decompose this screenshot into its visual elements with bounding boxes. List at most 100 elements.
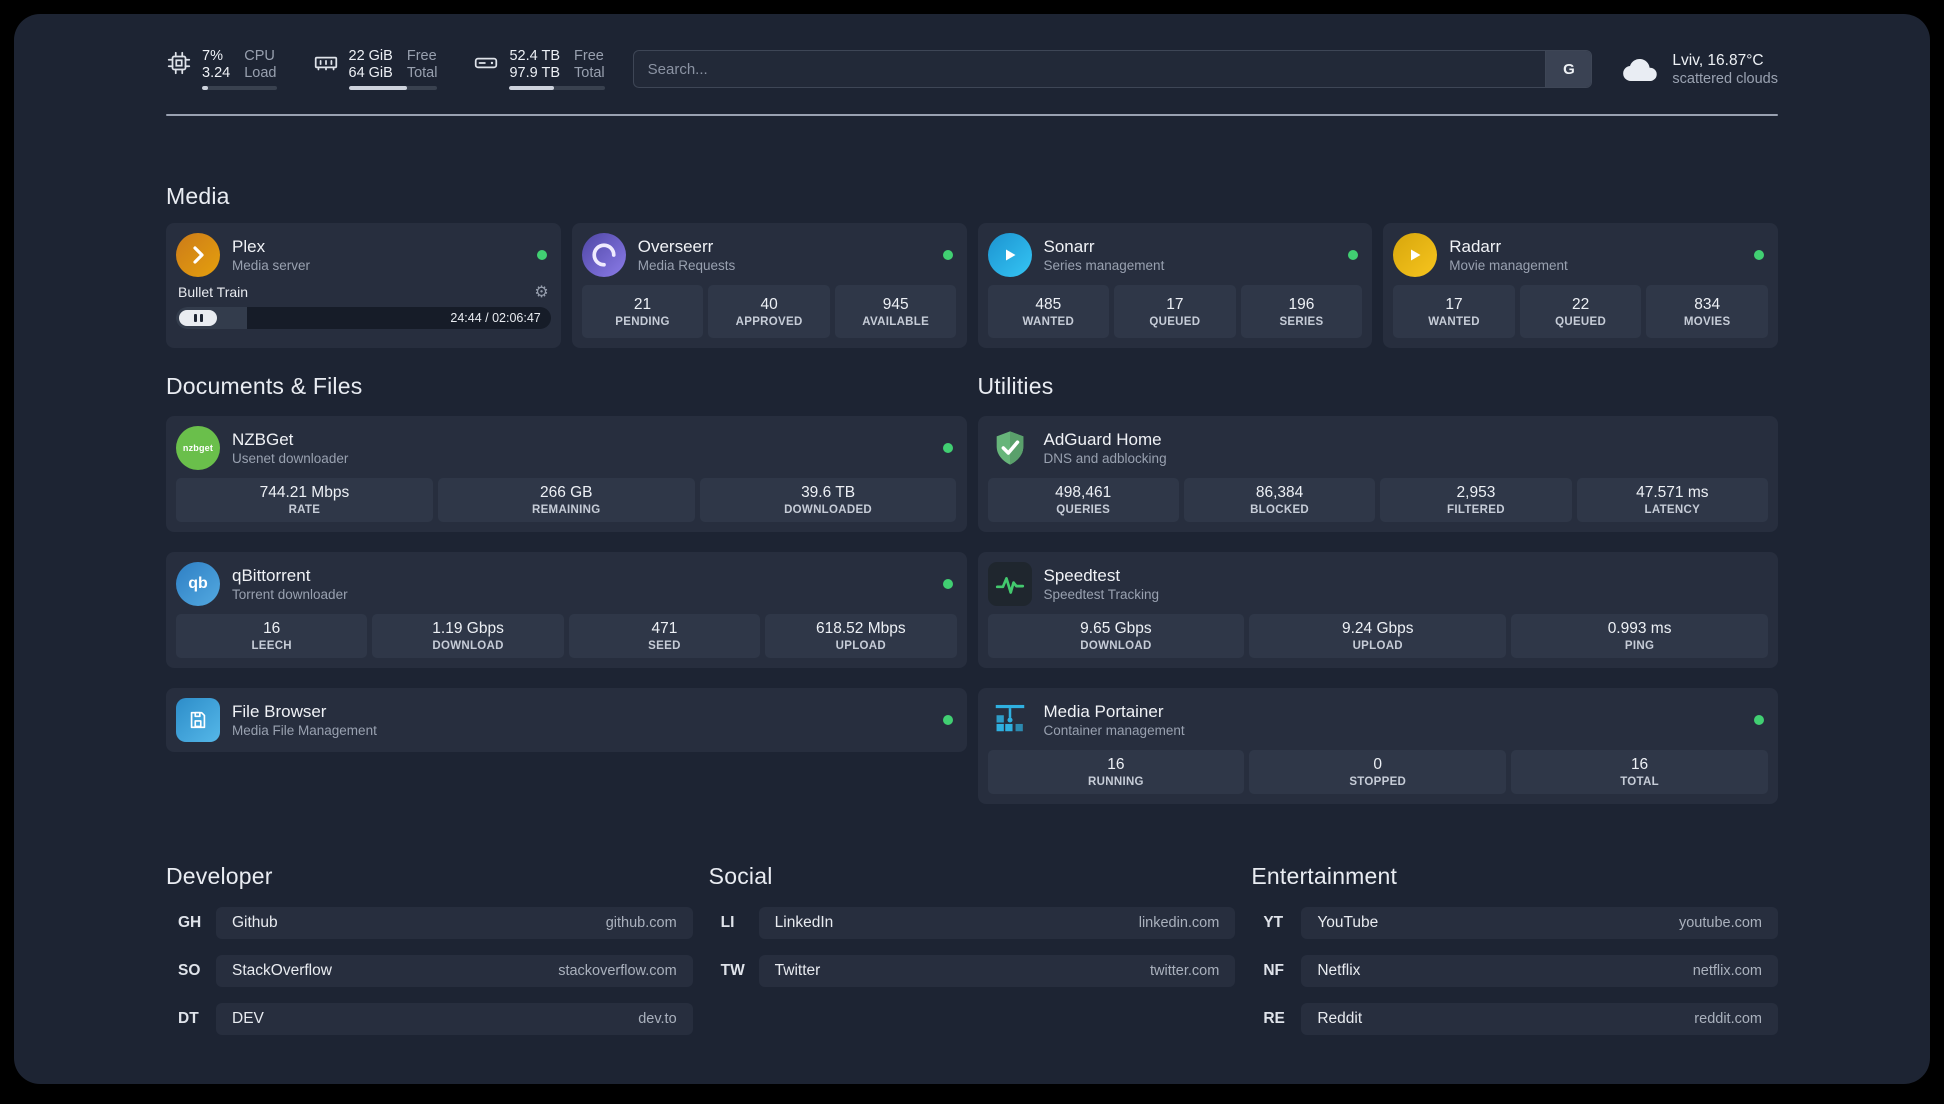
stat-total: 16 TOTAL [1511, 750, 1768, 794]
status-dot [942, 579, 953, 589]
service-description: Media server [232, 258, 311, 273]
status-dot [942, 250, 953, 260]
cpu-widget: 7% 3.24 CPU Load [166, 48, 277, 90]
section-title-developer: Developer [166, 863, 273, 889]
pause-icon [193, 314, 197, 322]
search-provider-button[interactable]: G [1545, 51, 1592, 87]
bookmark-name: Twitter [774, 962, 821, 979]
bookmark-name: Github [232, 914, 278, 931]
bookmark-domain: github.com [605, 915, 677, 931]
bookmark-domain: stackoverflow.com [558, 963, 677, 979]
stat-queries: 498,461 QUERIES [987, 478, 1179, 522]
service-name: NZBGet [232, 430, 294, 449]
service-card-nzbget[interactable]: nzbget NZBGet Usenet downloader 744.21 M… [166, 416, 967, 532]
pause-icon [199, 314, 203, 322]
disk-free-value: 52.4 TB [509, 48, 561, 64]
cloud-icon [1623, 58, 1658, 82]
status-dot [1348, 250, 1359, 260]
now-playing-title: Bullet Train [178, 284, 249, 300]
service-card-plex[interactable]: Plex Media server Bullet Train ⚙ 24:44 /… [166, 223, 561, 348]
bookmark-github[interactable]: GH Github github.com [166, 907, 693, 939]
topbar-divider [166, 114, 1778, 116]
service-card-qbittorrent[interactable]: qb qBittorrent Torrent downloader 16 LEEC… [166, 552, 967, 668]
status-dot [536, 250, 547, 260]
bookmark-twitter[interactable]: TW Twitter twitter.com [709, 955, 1236, 987]
stat-blocked: 86,384 BLOCKED [1183, 478, 1376, 522]
bookmark-youtube[interactable]: YT YouTube youtube.com [1251, 907, 1778, 939]
service-card-adguard[interactable]: AdGuard Home DNS and adblocking 498,461 Q… [977, 416, 1778, 532]
bookmark-stackoverflow[interactable]: SO StackOverflow stackoverflow.com [166, 955, 693, 987]
bookmark-reddit[interactable]: RE Reddit reddit.com [1251, 1003, 1778, 1035]
media-cards: Plex Media server Bullet Train ⚙ 24:44 /… [166, 223, 1778, 348]
service-card-speedtest[interactable]: Speedtest Speedtest Tracking 9.65 Gbps DO… [977, 552, 1778, 668]
search-bar: G [632, 50, 1593, 88]
gear-icon[interactable]: ⚙ [534, 284, 548, 300]
service-card-sonarr[interactable]: Sonarr Series management 485 WANTED 17 QUE… [977, 223, 1373, 348]
status-dot [942, 443, 953, 453]
search-input[interactable] [633, 51, 1546, 87]
dashboard: 7% 3.24 CPU Load 22 GiB 64 GiB Free Tota… [14, 14, 1930, 1084]
bookmark-abbr: LI [720, 914, 735, 931]
stat-wanted: 485 WANTED [987, 285, 1110, 338]
service-name: File Browser [232, 702, 327, 721]
weather-condition: scattered clouds [1672, 70, 1778, 87]
service-name: Overseerr [637, 237, 714, 256]
weather-widget: Lviv, 16.87°C scattered clouds [1620, 51, 1778, 88]
stat-available: 945 AVAILABLE [834, 285, 957, 338]
section-title-social: Social [708, 863, 773, 889]
bookmark-linkedin[interactable]: LI LinkedIn linkedin.com [709, 907, 1236, 939]
bookmark-group-social: Social LI LinkedIn linkedin.com TW Twitt… [709, 862, 1236, 1035]
stat-filtered: 2,953 FILTERED [1380, 478, 1572, 522]
stat-download: 9.65 Gbps DOWNLOAD [987, 614, 1245, 658]
plex-player-bar[interactable]: 24:44 / 02:06:47 [176, 307, 551, 329]
bookmark-name: Netflix [1317, 962, 1361, 979]
service-description: Series management [1043, 258, 1165, 273]
stat-approved: 40 APPROVED [708, 285, 830, 338]
bookmark-domain: netflix.com [1692, 963, 1762, 979]
stat-queued: 17 QUEUED [1114, 285, 1236, 338]
service-card-overseerr[interactable]: Overseerr Media Requests 21 PENDING 40 APP… [571, 223, 967, 348]
memory-progress-bar [348, 86, 438, 90]
service-description: Usenet downloader [232, 451, 349, 466]
stat-latency: 47.571 ms LATENCY [1576, 478, 1768, 522]
plex-icon [176, 233, 220, 277]
bookmark-name: LinkedIn [774, 914, 834, 931]
bookmark-abbr: SO [178, 962, 201, 979]
resource-widgets: 7% 3.24 CPU Load 22 GiB 64 GiB Free Tota… [166, 48, 605, 90]
documents-column: Documents & Files nzbget NZBGet Usenet d… [166, 372, 967, 752]
cpu-progress-bar [202, 86, 277, 90]
portainer-icon [988, 698, 1032, 742]
bookmark-netflix[interactable]: NF Netflix netflix.com [1251, 955, 1778, 987]
pause-button[interactable] [179, 310, 217, 326]
stat-series: 196 SERIES [1240, 285, 1363, 338]
bookmark-group-developer: Developer GH Github github.com SO StackO… [166, 862, 693, 1035]
cpu-load-value: 3.24 [202, 65, 231, 81]
weather-location: Lviv, 16.87°C [1672, 51, 1764, 69]
stat-downloaded: 39.6 TB DOWNLOADED [699, 478, 957, 522]
service-name: Radarr [1449, 237, 1502, 256]
memory-icon [314, 56, 337, 71]
bookmark-domain: youtube.com [1678, 915, 1762, 931]
bookmark-dev[interactable]: DT DEV dev.to [166, 1003, 693, 1035]
memory-widget: 22 GiB 64 GiB Free Total [313, 48, 438, 90]
service-card-filebrowser[interactable]: File Browser Media File Management [166, 688, 967, 752]
service-card-radarr[interactable]: Radarr Movie management 17 WANTED 22 QUEUE… [1383, 223, 1778, 348]
service-card-portainer[interactable]: Media Portainer Container management 16 R… [977, 688, 1778, 804]
stat-ping: 0.993 ms PING [1511, 614, 1768, 658]
stat-remaining: 266 GB REMAINING [437, 478, 695, 522]
bookmark-abbr: GH [178, 914, 202, 931]
service-description: Torrent downloader [232, 587, 348, 602]
stat-upload: 9.24 Gbps UPLOAD [1249, 614, 1507, 658]
status-dot [1754, 715, 1764, 725]
stat-upload: 618.52 Mbps UPLOAD [765, 614, 957, 658]
disk-total-value: 97.9 TB [509, 65, 561, 81]
memory-progress-fill [348, 86, 408, 90]
stat-seed: 471 SEED [568, 614, 761, 658]
disk-label-1: Free [574, 48, 604, 64]
stat-queued: 22 QUEUED [1519, 285, 1642, 338]
bookmark-domain: dev.to [638, 1011, 677, 1027]
nzbget-icon: nzbget [176, 426, 220, 470]
bookmark-abbr: DT [178, 1010, 199, 1027]
cpu-label-1: CPU [244, 48, 275, 64]
disk-icon [475, 57, 498, 69]
